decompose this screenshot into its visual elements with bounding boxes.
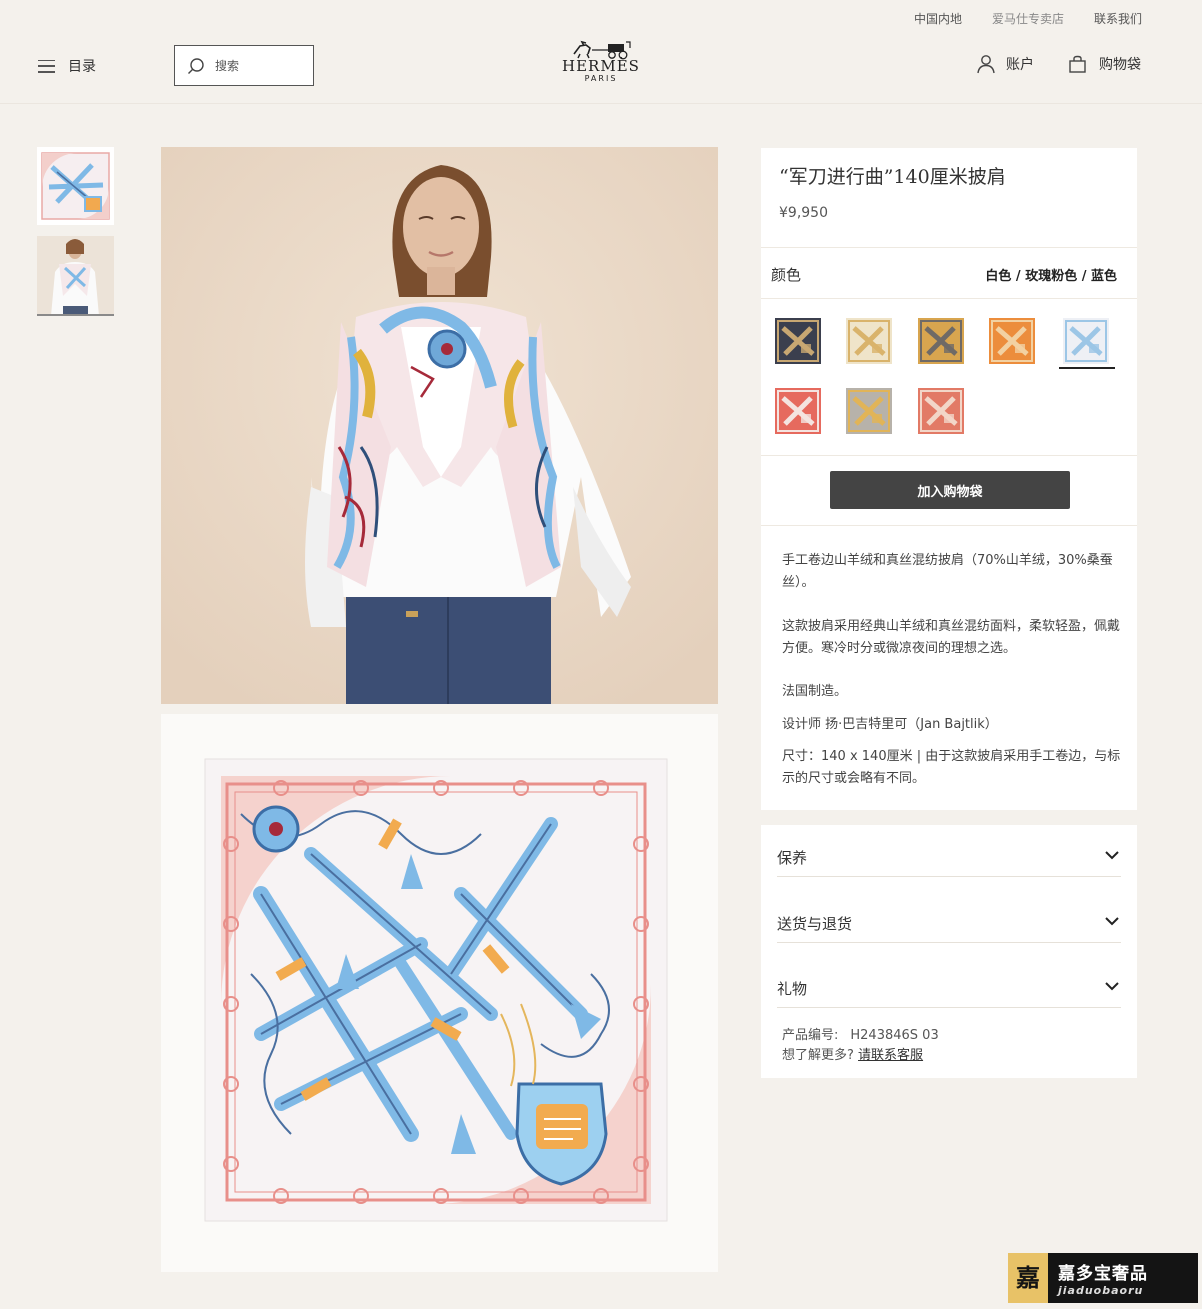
region-link[interactable]: 中国内地: [914, 10, 962, 27]
chevron-down-icon: [1105, 982, 1119, 991]
bag-button[interactable]: 购物袋: [1068, 54, 1141, 74]
accordion-gift[interactable]: 礼物: [777, 956, 1121, 1008]
divider: [761, 247, 1137, 248]
watermark-logo: 嘉: [1008, 1253, 1048, 1303]
search-input[interactable]: [215, 58, 295, 73]
color-swatch-cream-gold[interactable]: [846, 318, 892, 364]
selected-swatch-indicator: [1059, 367, 1115, 369]
sku-label: 产品编号:: [782, 1028, 839, 1043]
accordion-care-label: 保养: [777, 849, 808, 867]
color-label: 颜色: [771, 266, 802, 284]
product-photo-scarf[interactable]: [161, 714, 718, 1272]
search-field[interactable]: [174, 45, 314, 86]
logo-brand: HERMÈS: [562, 57, 640, 75]
chevron-down-icon: [1105, 851, 1119, 860]
product-title: “军刀进行曲”140厘米披肩: [779, 166, 1006, 188]
size-text: 尺寸：140 x 140厘米 | 由于这款披肩采用手工卷边，与标示的尺寸或会略有…: [782, 749, 1121, 786]
bag-label: 购物袋: [1099, 57, 1141, 73]
watermark-badge: 嘉 嘉多宝奢品 jiaduobaoru: [1008, 1253, 1198, 1303]
top-links: 中国内地 爱马仕专卖店 联系我们: [914, 10, 1142, 27]
add-to-bag-button[interactable]: 加入购物袋: [830, 471, 1070, 509]
logo-city: PARIS: [584, 74, 618, 83]
product-price: ¥9,950: [779, 205, 828, 221]
product-photo-model[interactable]: [161, 147, 718, 704]
menu-button[interactable]: 目录: [38, 56, 96, 76]
shopping-bag-icon: [1069, 55, 1086, 73]
search-icon: [188, 57, 204, 74]
description-text: 这款披肩采用经典山羊绒和真丝混纺面料，柔软轻盈，佩戴方便。寒冷时分或微凉夜间的理…: [782, 619, 1121, 656]
product-details-panel: 保养 送货与退货 礼物 产品编号: H243846S 03 想了解更多? 请联系客…: [761, 825, 1137, 1078]
designer-text: 设计师 扬·巴吉特里可（Jan Bajtlik）: [782, 717, 998, 732]
contact-service-link[interactable]: 请联系客服: [858, 1048, 923, 1063]
hermes-logo[interactable]: HERMÈS PARIS: [555, 40, 647, 90]
menu-label: 目录: [68, 59, 96, 75]
accordion-delivery-label: 送货与退货: [777, 915, 853, 933]
chevron-down-icon: [1105, 917, 1119, 926]
account-button[interactable]: 账户: [976, 54, 1034, 74]
sku-value: H243846S 03: [850, 1028, 939, 1043]
color-swatch-white-pink-blue[interactable]: [1063, 318, 1109, 364]
accordion-care[interactable]: 保养: [777, 825, 1121, 877]
divider: [761, 298, 1137, 299]
hamburger-icon: [38, 59, 55, 73]
contact-link[interactable]: 联系我们: [1094, 10, 1142, 27]
divider: [761, 525, 1137, 526]
color-swatch-grey-gold[interactable]: [846, 388, 892, 434]
user-icon: [977, 55, 995, 74]
description-materials: 手工卷边山羊绒和真丝混纺披肩（70%山羊绒，30%桑蚕丝）。: [782, 553, 1113, 590]
divider: [761, 455, 1137, 456]
accordion-delivery[interactable]: 送货与退货: [777, 891, 1121, 943]
origin-text: 法国制造。: [782, 684, 848, 699]
color-swatch-red-white[interactable]: [775, 388, 821, 434]
color-swatch-orange[interactable]: [989, 318, 1035, 364]
product-info-panel: “军刀进行曲”140厘米披肩 ¥9,950 颜色 白色 / 玫瑰粉色 / 蓝色 …: [761, 148, 1137, 810]
watermark-name: 嘉多宝奢品: [1058, 1264, 1148, 1284]
color-swatch-coral[interactable]: [918, 388, 964, 434]
selected-color-name: 白色 / 玫瑰粉色 / 蓝色: [985, 269, 1117, 284]
thumbnail-model[interactable]: [37, 236, 114, 316]
help-label: 想了解更多?: [782, 1048, 854, 1063]
thumbnail-scarf[interactable]: [37, 147, 114, 225]
watermark-text: 嘉多宝奢品 jiaduobaoru: [1048, 1259, 1148, 1297]
account-label: 账户: [1006, 57, 1034, 73]
stores-link[interactable]: 爱马仕专卖店: [992, 10, 1064, 27]
help-row: 想了解更多? 请联系客服: [782, 1044, 923, 1063]
watermark-site: jiaduobaoru: [1058, 1284, 1144, 1297]
accordion-gift-label: 礼物: [777, 980, 808, 998]
color-swatch-navy[interactable]: [775, 318, 821, 364]
color-swatch-gold-grey[interactable]: [918, 318, 964, 364]
site-header: 中国内地 爱马仕专卖店 联系我们 目录 HERMÈS PARIS: [0, 0, 1202, 104]
sku-row: 产品编号: H243846S 03: [782, 1024, 939, 1043]
